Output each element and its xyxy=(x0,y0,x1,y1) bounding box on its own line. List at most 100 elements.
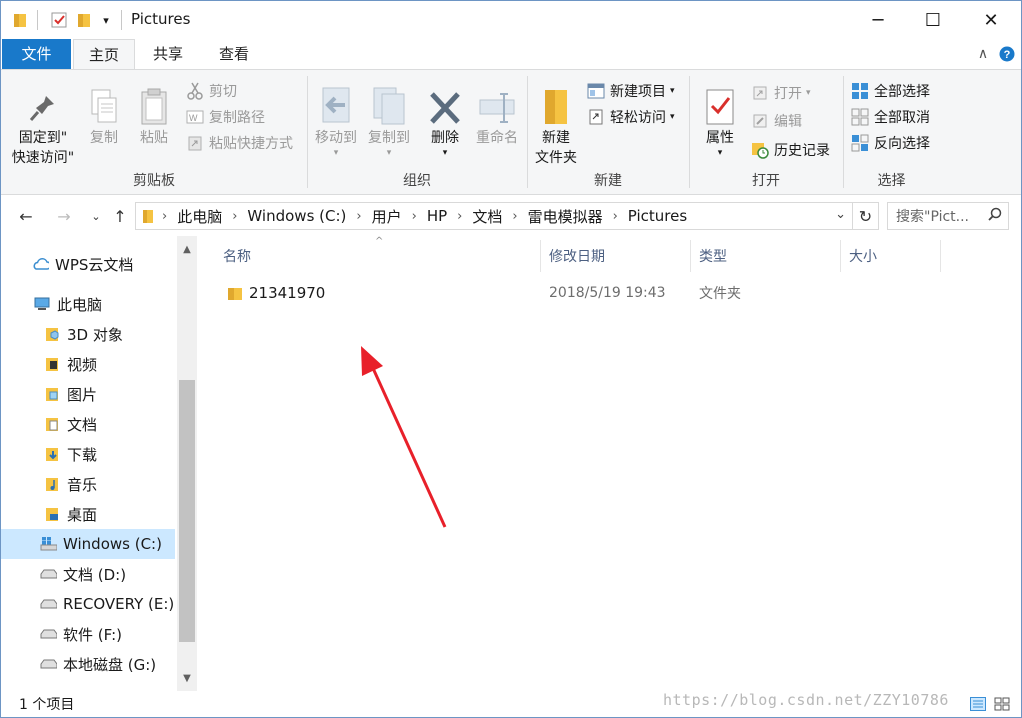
column-header-modified[interactable]: 修改日期 xyxy=(541,240,691,272)
address-row: ← → ⌄ ↑ › 此电脑 › Windows (C:) › 用户 › HP ›… xyxy=(1,196,1021,236)
search-icon xyxy=(988,207,1002,225)
collapse-ribbon-icon[interactable]: ∧ xyxy=(973,39,993,69)
close-button[interactable]: ✕ xyxy=(964,1,1018,39)
pin-label-2: 快速访问" xyxy=(11,150,75,166)
copy-button[interactable]: 复制 xyxy=(81,82,127,148)
tab-share[interactable]: 共享 xyxy=(137,39,199,69)
paste-button[interactable]: 粘贴 xyxy=(129,82,179,148)
maximize-button[interactable]: ☐ xyxy=(906,1,960,39)
address-bar[interactable]: › 此电脑 › Windows (C:) › 用户 › HP › 文档 › 雷电… xyxy=(135,202,853,230)
organize-group-label: 组织 xyxy=(403,173,431,189)
pin-quick-access-button[interactable]: 固定到" 快速访问" xyxy=(5,82,81,168)
copy-label: 复制 xyxy=(90,130,118,146)
tab-home[interactable]: 主页 xyxy=(73,39,135,70)
large-icons-view-icon[interactable] xyxy=(991,693,1013,715)
column-header-type[interactable]: 类型 xyxy=(691,240,841,272)
nav-item-drive-g[interactable]: 本地磁盘 (G:) xyxy=(1,649,175,679)
details-view-icon[interactable] xyxy=(967,693,989,715)
cut-button[interactable]: 剪切 xyxy=(185,80,237,102)
breadcrumb-emulator[interactable]: 雷电模拟器 xyxy=(528,206,603,227)
folder-icon xyxy=(11,9,29,31)
breadcrumb-this-pc[interactable]: 此电脑 xyxy=(177,206,222,227)
rename-button[interactable]: 重命名 xyxy=(470,82,524,148)
select-none-button[interactable]: 全部取消 xyxy=(850,106,930,128)
breadcrumb-windows-c[interactable]: Windows (C:) xyxy=(247,207,346,225)
nav-item-3d-objects[interactable]: 3D 对象 xyxy=(1,319,175,349)
pin-label-1: 固定到" xyxy=(18,130,68,146)
copy-to-button[interactable]: 复制到 ▾ xyxy=(362,82,416,158)
clipboard-group: 固定到" 快速访问" 复制 粘贴 剪切 W 复制路径 粘贴快捷方式 剪贴板 xyxy=(1,72,307,194)
drive-icon xyxy=(39,566,57,582)
download-icon xyxy=(43,446,61,462)
help-icon[interactable]: ? xyxy=(997,39,1017,69)
breadcrumb-pictures[interactable]: Pictures xyxy=(628,207,687,225)
file-row[interactable]: 21341970 2018/5/19 19:43 文件夹 xyxy=(219,278,939,308)
recent-locations-chevron-icon[interactable]: ⌄ xyxy=(83,203,109,229)
new-folder-button[interactable]: 新建 文件夹 xyxy=(530,82,582,168)
file-list: ^ 名称 修改日期 类型 大小 21341970 2018/5/19 19:43… xyxy=(199,236,1021,691)
nav-item-pictures[interactable]: 图片 xyxy=(1,379,175,409)
edit-button[interactable]: 编辑 xyxy=(750,110,802,132)
move-to-label: 移动到 xyxy=(315,130,357,146)
new-folder-quick-icon[interactable] xyxy=(75,9,93,31)
breadcrumb-hp[interactable]: HP xyxy=(427,207,447,225)
svg-text:?: ? xyxy=(1004,49,1011,61)
nav-item-drive-e[interactable]: RECOVERY (E:) xyxy=(1,589,175,619)
copy-path-icon: W xyxy=(185,108,205,126)
refresh-icon[interactable]: ↻ xyxy=(853,202,879,230)
copy-to-icon xyxy=(362,82,416,126)
delete-button[interactable]: 删除 ▾ xyxy=(420,82,470,158)
history-button[interactable]: 历史记录 xyxy=(750,139,830,161)
nav-scrollbar[interactable]: ▲ ▼ xyxy=(177,236,197,691)
properties-button[interactable]: 属性 ▾ xyxy=(694,82,746,158)
scrollbar-thumb[interactable] xyxy=(179,380,195,642)
select-all-button[interactable]: 全部选择 xyxy=(850,80,930,102)
column-header-size[interactable]: 大小 xyxy=(841,240,941,272)
nav-item-wps-cloud[interactable]: WPS云文档 xyxy=(1,249,175,279)
nav-item-downloads[interactable]: 下载 xyxy=(1,439,175,469)
new-item-button[interactable]: 新建项目 ▾ xyxy=(586,80,675,102)
copy-path-button[interactable]: W 复制路径 xyxy=(185,106,265,128)
windows-drive-icon xyxy=(39,536,57,552)
nav-item-windows-c[interactable]: Windows (C:) xyxy=(1,529,175,559)
properties-quick-icon[interactable] xyxy=(49,9,69,31)
breadcrumb-documents[interactable]: 文档 xyxy=(472,206,502,227)
nav-item-documents[interactable]: 文档 xyxy=(1,409,175,439)
drive-icon xyxy=(39,656,57,672)
forward-arrow-icon[interactable]: → xyxy=(51,203,77,229)
tab-file[interactable]: 文件 xyxy=(2,39,71,69)
music-icon xyxy=(43,476,61,492)
scroll-down-icon[interactable]: ▼ xyxy=(177,669,197,687)
move-to-button[interactable]: 移动到 ▾ xyxy=(310,82,362,158)
nav-item-drive-d[interactable]: 文档 (D:) xyxy=(1,559,175,589)
open-button[interactable]: 打开 ▾ xyxy=(750,82,811,104)
minimize-button[interactable]: ─ xyxy=(851,1,905,39)
back-arrow-icon[interactable]: ← xyxy=(13,203,39,229)
nav-item-music[interactable]: 音乐 xyxy=(1,469,175,499)
select-group-label: 选择 xyxy=(877,173,906,189)
drive-icon xyxy=(39,596,57,612)
easy-access-button[interactable]: 轻松访问 ▾ xyxy=(586,106,675,128)
customize-quick-access-icon[interactable]: ▾ xyxy=(99,9,113,31)
address-dropdown-chevron-icon[interactable]: ⌄ xyxy=(835,207,846,222)
invert-selection-label: 反向选择 xyxy=(874,136,930,152)
search-input[interactable]: 搜索"Pict... xyxy=(887,202,1009,230)
nav-item-drive-f[interactable]: 软件 (F:) xyxy=(1,619,175,649)
breadcrumb-users[interactable]: 用户 xyxy=(372,206,402,227)
svg-text:W: W xyxy=(189,113,198,123)
scroll-up-icon[interactable]: ▲ xyxy=(177,240,197,258)
copy-to-label: 复制到 xyxy=(368,130,410,146)
select-none-icon xyxy=(850,108,870,126)
column-header-name[interactable]: 名称 xyxy=(215,240,541,272)
nav-item-desktop[interactable]: 桌面 xyxy=(1,499,175,529)
select-group: 全部选择 全部取消 反向选择 选择 xyxy=(844,72,939,194)
new-folder-icon xyxy=(530,82,582,126)
invert-selection-button[interactable]: 反向选择 xyxy=(850,132,930,154)
nav-item-this-pc[interactable]: 此电脑 xyxy=(1,289,175,319)
file-modified: 2018/5/19 19:43 xyxy=(549,285,666,301)
paste-shortcut-button[interactable]: 粘贴快捷方式 xyxy=(185,132,293,154)
up-arrow-icon[interactable]: ↑ xyxy=(107,203,133,229)
paste-icon xyxy=(129,82,179,126)
tab-view[interactable]: 查看 xyxy=(201,39,267,69)
nav-item-videos[interactable]: 视频 xyxy=(1,349,175,379)
